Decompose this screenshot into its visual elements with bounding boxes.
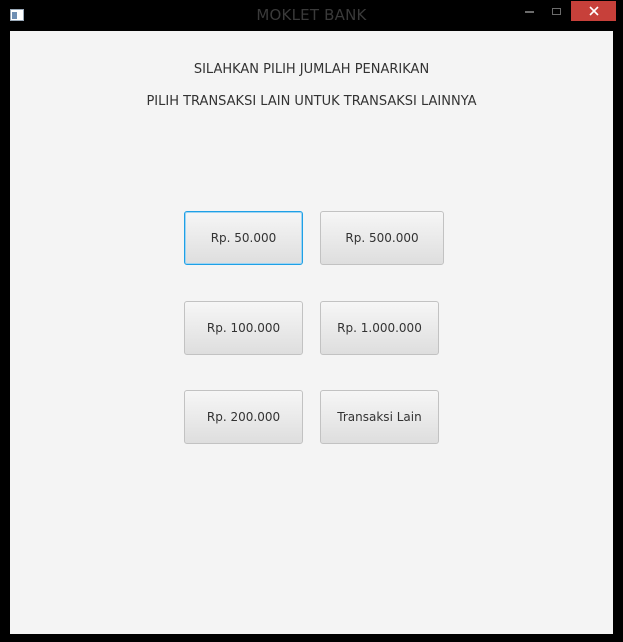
withdraw-100000-button[interactable]: Rp. 100.000 xyxy=(184,301,303,355)
close-button[interactable] xyxy=(571,1,616,21)
app-window: MOKLET BANK SILAHKAN PILIH JUMLAH PENARI… xyxy=(0,0,623,642)
withdraw-instruction: SILAHKAN PILIH JUMLAH PENARIKAN xyxy=(193,62,430,77)
withdraw-500000-button[interactable]: Rp. 500.000 xyxy=(320,211,444,265)
minimize-icon xyxy=(524,11,534,13)
withdraw-50000-button[interactable]: Rp. 50.000 xyxy=(184,211,303,265)
withdraw-200000-button[interactable]: Rp. 200.000 xyxy=(184,390,303,444)
close-icon xyxy=(588,6,599,16)
withdraw-1000000-button[interactable]: Rp. 1.000.000 xyxy=(320,301,439,355)
title-bar[interactable]: MOKLET BANK xyxy=(0,0,623,30)
maximize-button[interactable] xyxy=(543,1,569,21)
other-transaction-instruction: PILIH TRANSAKSI LAIN UNTUK TRANSAKSI LAI… xyxy=(146,94,477,109)
other-transaction-button[interactable]: Transaksi Lain xyxy=(320,390,439,444)
main-panel: SILAHKAN PILIH JUMLAH PENARIKAN PILIH TR… xyxy=(10,31,613,634)
minimize-button[interactable] xyxy=(516,1,542,21)
maximize-icon xyxy=(551,7,561,15)
